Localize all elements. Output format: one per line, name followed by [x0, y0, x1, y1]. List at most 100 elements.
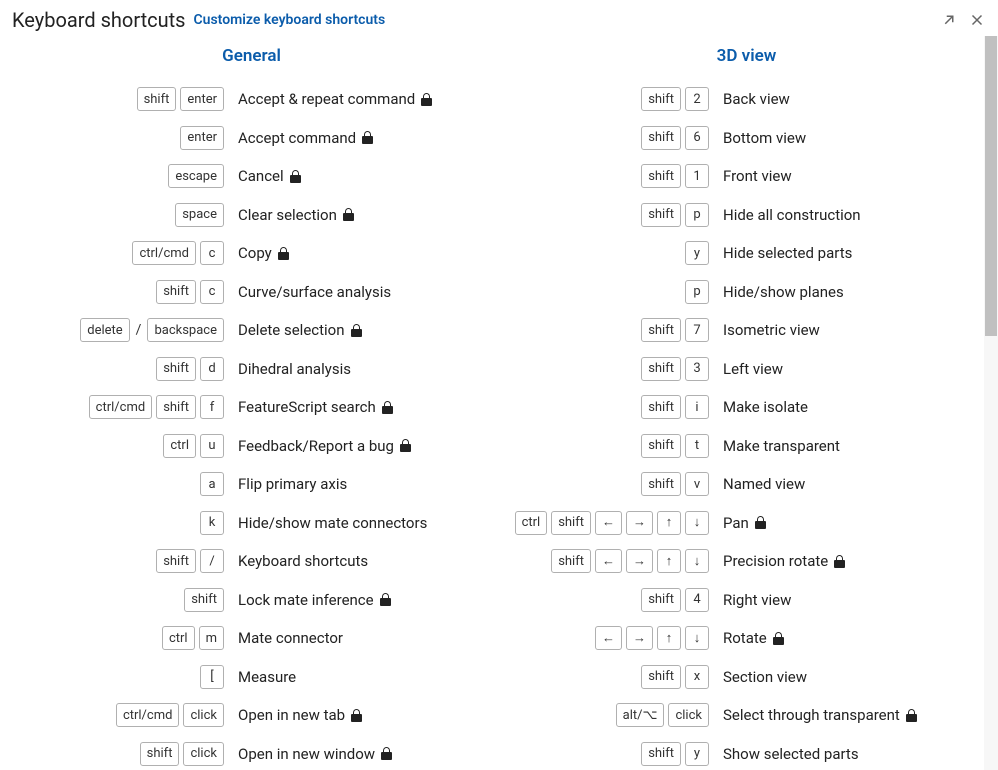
key-cap: y — [685, 742, 709, 766]
shortcut-row: ←→↑↓Rotate — [509, 619, 984, 658]
shortcut-keys: shift←→↑↓ — [509, 549, 709, 573]
shortcut-action: Curve/surface analysis — [238, 283, 391, 301]
shortcut-action: Named view — [723, 475, 805, 493]
shortcut-action-label: Show selected parts — [723, 745, 859, 763]
shortcut-action-label: Clear selection — [238, 206, 337, 224]
shortcut-action-label: Flip primary axis — [238, 475, 347, 493]
shortcut-action-label: Accept & repeat command — [238, 90, 415, 108]
shortcut-action: Section view — [723, 668, 807, 686]
lock-icon — [362, 131, 373, 144]
shortcut-keys: a — [14, 472, 224, 496]
shortcut-row: kHide/show mate connectors — [14, 504, 489, 543]
shortcut-keys: ctrl/cmdc — [14, 241, 224, 265]
section-title-3d-view: 3D view — [509, 46, 984, 66]
key-cap: enter — [180, 126, 224, 150]
shortcut-action-label: Section view — [723, 668, 807, 686]
shortcut-action-label: Hide/show planes — [723, 283, 844, 301]
shortcut-action: Precision rotate — [723, 552, 845, 570]
shortcut-row: ctrl/cmdshiftf FeatureScript search — [14, 388, 489, 427]
lock-icon — [381, 747, 392, 760]
shortcut-action: Open in new tab — [238, 706, 362, 724]
shortcut-action-label: Hide selected parts — [723, 244, 852, 262]
customize-link[interactable]: Customize keyboard shortcuts — [194, 12, 386, 28]
shortcut-row: ctrluFeedback/Report a bug — [14, 427, 489, 466]
shortcut-keys: shift — [14, 588, 224, 612]
shortcut-keys: delete/backspace — [14, 318, 224, 342]
shortcut-row: shifti Make isolate — [509, 388, 984, 427]
shortcut-keys: shift3 — [509, 357, 709, 381]
key-cap: ctrl/cmd — [116, 703, 180, 727]
shortcut-action-label: Pan — [723, 514, 749, 532]
scrollbar-thumb[interactable] — [985, 36, 997, 336]
shortcut-row: ctrl/cmdc Copy — [14, 234, 489, 273]
shortcut-keys: shifti — [509, 395, 709, 419]
dialog-content: General shiftenterAccept & repeat comman… — [0, 36, 998, 770]
lock-icon — [755, 516, 766, 529]
key-cap: shift — [641, 126, 681, 150]
popout-icon[interactable] — [940, 11, 958, 29]
shortcut-keys: shiftd — [14, 357, 224, 381]
dialog-header: Keyboard shortcuts Customize keyboard sh… — [0, 0, 998, 36]
key-cap: p — [685, 280, 709, 304]
key-cap: shift — [140, 742, 180, 766]
shortcut-keys: shiftv — [509, 472, 709, 496]
key-cap: shift — [641, 395, 681, 419]
key-cap: shift — [184, 588, 224, 612]
shortcut-keys: k — [14, 511, 224, 535]
shortcut-keys: alt/⌥click — [509, 703, 709, 727]
shortcut-keys: ctrl/cmdshiftf — [14, 395, 224, 419]
lock-icon — [773, 632, 784, 645]
shortcut-keys: ctrl/cmdclick — [14, 703, 224, 727]
shortcut-row: shiftclickOpen in new window — [14, 735, 489, 770]
shortcut-row: yHide selected parts — [509, 234, 984, 273]
shortcut-action-label: Make isolate — [723, 398, 808, 416]
shortcut-action: Hide/show planes — [723, 283, 844, 301]
shortcut-keys: ctrlm — [14, 626, 224, 650]
section-3d-view: 3D view shift2Back viewshift6Bottom view… — [499, 36, 994, 758]
shortcut-row: ctrlm Mate connector — [14, 619, 489, 658]
shortcut-action: Select through transparent — [723, 706, 917, 724]
shortcut-action-label: Rotate — [723, 629, 767, 647]
lock-icon — [906, 709, 917, 722]
key-cap: → — [626, 511, 653, 535]
key-cap: shift — [156, 395, 196, 419]
key-cap: [ — [200, 665, 224, 689]
key-cap: a — [200, 472, 224, 496]
key-cap: shift — [641, 203, 681, 227]
lock-icon — [278, 247, 289, 260]
lock-icon — [343, 208, 354, 221]
key-cap: 7 — [685, 318, 709, 342]
shortcut-action: Accept command — [238, 129, 373, 147]
shortcut-row: shifttMake transparent — [509, 427, 984, 466]
shortcut-action: Bottom view — [723, 129, 806, 147]
shortcut-action-label: Measure — [238, 668, 296, 686]
lock-icon — [290, 170, 301, 183]
key-cap: 2 — [685, 87, 709, 111]
shortcut-keys: [ — [14, 665, 224, 689]
key-cap: shift — [641, 472, 681, 496]
shortcut-keys: enter — [14, 126, 224, 150]
shortcut-action-label: Mate connector — [238, 629, 343, 647]
shortcut-action: Cancel — [238, 167, 301, 185]
shortcut-action-label: FeatureScript search — [238, 398, 376, 416]
key-cap: click — [183, 703, 224, 727]
key-cap: ↓ — [685, 511, 709, 535]
key-cap: delete — [80, 318, 129, 342]
shortcut-keys: shiftp — [509, 203, 709, 227]
shortcut-row: delete/backspaceDelete selection — [14, 311, 489, 350]
close-icon[interactable] — [968, 11, 986, 29]
shortcut-action-label: Copy — [238, 244, 272, 262]
shortcut-row: shift7 Isometric view — [509, 311, 984, 350]
key-cap: shift — [641, 434, 681, 458]
lock-icon — [351, 709, 362, 722]
shortcut-action-label: Isometric view — [723, 321, 820, 339]
shortcut-keys: shiftclick — [14, 742, 224, 766]
shortcut-action: Make transparent — [723, 437, 840, 455]
key-cap: u — [200, 434, 224, 458]
shortcut-keys: shift7 — [509, 318, 709, 342]
shortcut-action-label: Precision rotate — [723, 552, 828, 570]
key-cap: ↓ — [685, 626, 709, 650]
shortcut-action: Keyboard shortcuts — [238, 552, 368, 570]
key-cap: ↑ — [657, 626, 681, 650]
scrollbar-track[interactable] — [984, 36, 998, 770]
